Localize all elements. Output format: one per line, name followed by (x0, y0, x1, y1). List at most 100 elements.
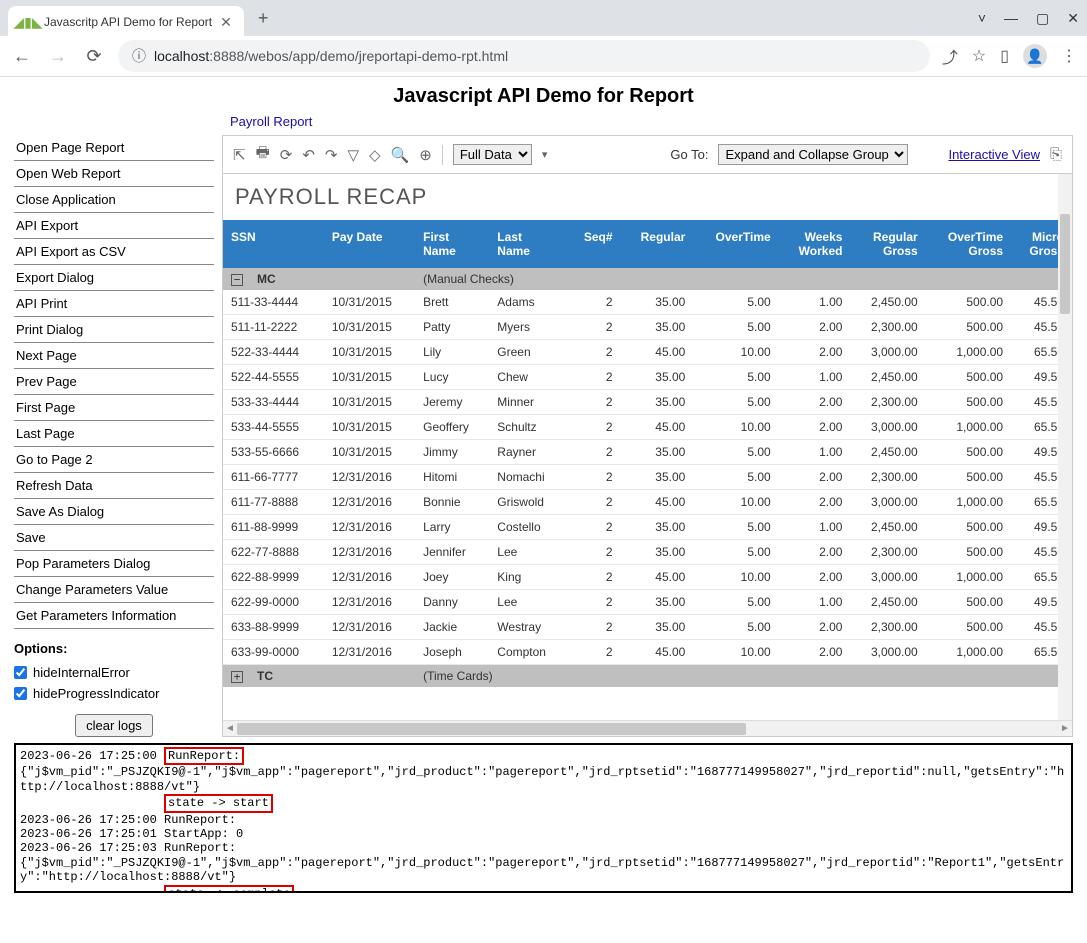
zoom-in-icon[interactable]: ⊕ (419, 146, 432, 164)
print-icon[interactable]: 🖶 (256, 142, 270, 167)
table-row[interactable]: 611-66-777712/31/2016HitomiNomachi235.00… (223, 465, 1072, 490)
window-controls: ˅ — ▢ ✕ (978, 10, 1079, 27)
browser-chrome: ◢▮◣ Javascritp API Demo for Report ✕ + ˅… (0, 0, 1087, 77)
opt-hide-internal-error[interactable]: hideInternalError (14, 662, 214, 683)
bookmark-icon[interactable]: ☆ (972, 46, 986, 66)
zoom-icon[interactable]: 🔍 (391, 146, 410, 164)
data-mode-select[interactable]: Full Data (453, 144, 532, 165)
table-row[interactable]: 633-88-999912/31/2016JackieWestray235.00… (223, 615, 1072, 640)
scroll-right-icon[interactable]: ► (1058, 721, 1072, 737)
sidebar-item-last-page[interactable]: Last Page (14, 421, 214, 447)
side-panel-icon[interactable]: ▯ (1000, 46, 1009, 66)
checkbox-hide-progress-indicator[interactable] (14, 687, 27, 700)
breadcrumb[interactable]: Payroll Report (0, 112, 1087, 135)
sidebar-item-refresh-data[interactable]: Refresh Data (14, 473, 214, 499)
table-row[interactable]: 611-77-888812/31/2016BonnieGriswold245.0… (223, 490, 1072, 515)
table-row[interactable]: 533-55-666610/31/2015JimmyRayner235.005.… (223, 440, 1072, 465)
opt-hide-progress-indicator[interactable]: hideProgressIndicator (14, 683, 214, 704)
new-tab-button[interactable]: + (252, 8, 275, 29)
table-row[interactable]: 622-99-000012/31/2016DannyLee235.005.001… (223, 590, 1072, 615)
tab-bar: ◢▮◣ Javascritp API Demo for Report ✕ + ˅… (0, 0, 1087, 36)
sort-icon[interactable]: ◇ (369, 146, 381, 164)
filter-icon[interactable]: ▽ (347, 146, 359, 164)
sidebar-item-open-page-report[interactable]: Open Page Report (14, 135, 214, 161)
horizontal-scrollbar[interactable]: ◄ ► (223, 720, 1072, 736)
table-row[interactable]: 633-99-000012/31/2016JosephCompton245.00… (223, 640, 1072, 665)
table-row[interactable]: 533-33-444410/31/2015JeremyMinner235.005… (223, 390, 1072, 415)
col-header[interactable]: OverTimeGross (926, 220, 1011, 268)
close-window-icon[interactable]: ✕ (1067, 10, 1079, 27)
tab-title: Javascritp API Demo for Report (44, 15, 212, 29)
sidebar-item-next-page[interactable]: Next Page (14, 343, 214, 369)
col-header[interactable]: WeeksWorked (779, 220, 851, 268)
close-icon[interactable]: ✕ (220, 14, 232, 31)
options-heading: Options: (14, 641, 214, 656)
scroll-left-icon[interactable]: ◄ (223, 721, 237, 737)
group-row-mc[interactable]: −MC(Manual Checks) (223, 268, 1072, 290)
group-row-tc[interactable]: +TC(Time Cards) (223, 665, 1072, 688)
redo-icon[interactable]: ↷ (325, 146, 338, 164)
goto-select[interactable]: Expand and Collapse Group (718, 144, 908, 165)
table-row[interactable]: 533-44-555510/31/2015GeofferySchultz245.… (223, 415, 1072, 440)
log-highlight-state-start: state -> start (164, 794, 273, 812)
col-header[interactable]: Seq# (567, 220, 621, 268)
url-text: localhost:8888/webos/app/demo/jreportapi… (154, 48, 508, 64)
vertical-scrollbar[interactable] (1058, 174, 1072, 720)
group-toggle-icon[interactable]: + (231, 671, 243, 683)
col-header[interactable]: Pay Date (324, 220, 415, 268)
table-row[interactable]: 522-44-555510/31/2015LucyChew235.005.001… (223, 365, 1072, 390)
interactive-view-link[interactable]: Interactive View (948, 147, 1040, 162)
table-row[interactable]: 611-88-999912/31/2016LarryCostello235.00… (223, 515, 1072, 540)
minimize-icon[interactable]: — (1004, 10, 1018, 27)
exit-icon[interactable]: ⎘ (1050, 146, 1062, 163)
maximize-icon[interactable]: ▢ (1036, 10, 1049, 27)
sidebar-item-print-dialog[interactable]: Print Dialog (14, 317, 214, 343)
report-pane: ⇱ 🖶 ⟳ ↶ ↷ ▽ ◇ 🔍 ⊕ Full Data ▾ Go To: Exp… (222, 135, 1073, 737)
share-icon[interactable]: ⤴ (942, 44, 958, 68)
sidebar-item-export-dialog[interactable]: Export Dialog (14, 265, 214, 291)
sidebar-item-first-page[interactable]: First Page (14, 395, 214, 421)
sidebar-item-api-print[interactable]: API Print (14, 291, 214, 317)
browser-tab[interactable]: ◢▮◣ Javascritp API Demo for Report ✕ (8, 6, 244, 38)
sidebar-item-save[interactable]: Save (14, 525, 214, 551)
sidebar: Open Page ReportOpen Web ReportClose App… (14, 135, 214, 737)
col-header[interactable]: FirstName (415, 220, 489, 268)
forward-button[interactable]: → (46, 46, 70, 67)
col-header[interactable]: SSN (223, 220, 324, 268)
table-row[interactable]: 622-88-999912/31/2016JoeyKing245.0010.00… (223, 565, 1072, 590)
chevron-down-icon[interactable]: ˅ (978, 10, 986, 27)
sidebar-item-go-to-page-2[interactable]: Go to Page 2 (14, 447, 214, 473)
sidebar-item-pop-parameters-dialog[interactable]: Pop Parameters Dialog (14, 551, 214, 577)
vertical-scroll-thumb[interactable] (1060, 214, 1070, 314)
refresh-icon[interactable]: ⟳ (280, 146, 293, 164)
url-box[interactable]: ⓘ localhost:8888/webos/app/demo/jreporta… (118, 40, 930, 72)
sidebar-item-change-parameters-value[interactable]: Change Parameters Value (14, 577, 214, 603)
profile-avatar[interactable]: 👤 (1023, 44, 1047, 68)
clear-logs-button[interactable]: clear logs (75, 714, 153, 737)
sidebar-item-open-web-report[interactable]: Open Web Report (14, 161, 214, 187)
kebab-menu-icon[interactable]: ⋮ (1061, 46, 1077, 66)
col-header[interactable]: RegularGross (850, 220, 925, 268)
sidebar-item-get-parameters-information[interactable]: Get Parameters Information (14, 603, 214, 629)
sidebar-item-save-as-dialog[interactable]: Save As Dialog (14, 499, 214, 525)
site-info-icon[interactable]: ⓘ (132, 46, 146, 66)
sidebar-item-api-export[interactable]: API Export (14, 213, 214, 239)
table-row[interactable]: 522-33-444410/31/2015LilyGreen245.0010.0… (223, 340, 1072, 365)
sidebar-item-close-application[interactable]: Close Application (14, 187, 214, 213)
back-button[interactable]: ← (10, 46, 34, 67)
col-header[interactable]: Regular (621, 220, 694, 268)
table-row[interactable]: 511-11-222210/31/2015PattyMyers235.005.0… (223, 315, 1072, 340)
col-header[interactable]: OverTime (693, 220, 778, 268)
table-row[interactable]: 511-33-444410/31/2015BrettAdams235.005.0… (223, 290, 1072, 315)
reload-button[interactable]: ⟳ (82, 46, 106, 67)
group-toggle-icon[interactable]: − (231, 274, 243, 286)
col-header[interactable]: LastName (489, 220, 567, 268)
sidebar-item-prev-page[interactable]: Prev Page (14, 369, 214, 395)
checkbox-hide-internal-error[interactable] (14, 666, 27, 679)
export-icon[interactable]: ⇱ (233, 146, 246, 164)
undo-icon[interactable]: ↶ (302, 146, 315, 164)
horizontal-scroll-thumb[interactable] (237, 723, 746, 735)
table-row[interactable]: 622-77-888812/31/2016JenniferLee235.005.… (223, 540, 1072, 565)
sidebar-item-api-export-as-csv[interactable]: API Export as CSV (14, 239, 214, 265)
dropdown-arrow-icon[interactable]: ▾ (542, 148, 548, 161)
